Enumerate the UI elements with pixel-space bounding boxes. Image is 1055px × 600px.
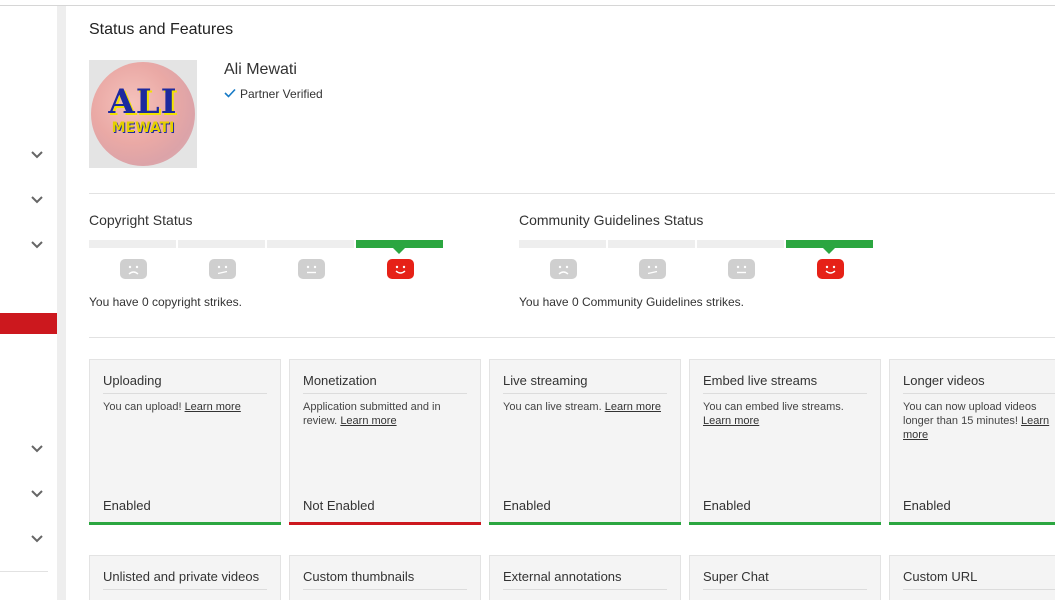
feature-description: You can upload! Learn more	[103, 400, 270, 414]
card-divider	[703, 393, 867, 394]
frown-face-icon	[550, 259, 577, 279]
avatar: ALI MEWATI	[89, 60, 197, 168]
feature-title: Live streaming	[503, 373, 588, 388]
card-divider	[903, 393, 1055, 394]
avatar-image: ALI MEWATI	[91, 62, 195, 166]
sidebar-bottom-divider	[0, 571, 48, 572]
feature-title: Custom thumbnails	[303, 569, 415, 584]
feature-description-text: You can live stream.	[503, 401, 602, 413]
feature-title: External annotations	[503, 569, 622, 584]
feature-card-monetization: Monetization Application submitted and i…	[289, 359, 481, 525]
unsure-face-icon	[639, 259, 666, 279]
chevron-down-icon[interactable]	[31, 194, 43, 206]
chevron-down-icon[interactable]	[31, 443, 43, 455]
neutral-face-icon	[298, 259, 325, 279]
status-indicator-bar	[689, 522, 881, 525]
card-divider	[103, 589, 267, 590]
feature-description: You can live stream. Learn more	[503, 400, 670, 414]
feature-status: Enabled	[703, 498, 751, 513]
channel-name: Ali Mewati	[224, 61, 297, 78]
feature-card-uploading: Uploading You can upload! Learn more Ena…	[89, 359, 281, 525]
smile-face-icon	[387, 259, 414, 279]
community-status-title: Community Guidelines Status	[519, 212, 704, 228]
sidebar	[0, 6, 57, 600]
feature-title: Unlisted and private videos	[103, 569, 260, 584]
strike-segment	[178, 240, 265, 248]
status-indicator-bar	[89, 522, 281, 525]
feature-card-unlisted-private: Unlisted and private videos	[89, 555, 281, 600]
section-divider	[89, 337, 1055, 338]
neutral-face-icon	[728, 259, 755, 279]
learn-more-link[interactable]: Learn more	[703, 415, 759, 427]
card-divider	[303, 393, 467, 394]
feature-card-super-chat: Super Chat	[689, 555, 881, 600]
status-indicator-bar	[489, 522, 681, 525]
copyright-status-title: Copyright Status	[89, 212, 193, 228]
feature-card-external-annotations: External annotations	[489, 555, 681, 600]
feature-title: Custom URL	[903, 569, 978, 584]
feature-status: Not Enabled	[303, 498, 375, 513]
feature-card-live-streaming: Live streaming You can live stream. Lear…	[489, 359, 681, 525]
avatar-text-line1: ALI	[108, 82, 178, 122]
chevron-down-icon[interactable]	[31, 149, 43, 161]
feature-description-text: You can upload!	[103, 401, 182, 413]
feature-card-longer-videos: Longer videos You can now upload videos …	[889, 359, 1055, 525]
copyright-strike-bar	[89, 240, 445, 254]
card-divider	[303, 589, 467, 590]
feature-description: You can embed live streams. Learn more	[703, 400, 870, 428]
community-strike-bar	[519, 240, 875, 254]
copyright-strike-faces	[89, 259, 445, 279]
feature-description-text: You can embed live streams.	[703, 401, 844, 413]
feature-title: Super Chat	[703, 569, 769, 584]
card-divider	[503, 393, 667, 394]
card-divider	[703, 589, 867, 590]
strike-segment-current	[356, 240, 443, 254]
verified-status: Partner Verified	[224, 87, 323, 101]
feature-description: You can now upload videos longer than 15…	[903, 400, 1055, 442]
community-strike-faces	[519, 259, 875, 279]
frown-face-icon	[120, 259, 147, 279]
strike-segment	[519, 240, 606, 248]
feature-title: Uploading	[103, 373, 162, 388]
status-indicator-bar	[889, 522, 1055, 525]
feature-card-custom-thumbnails: Custom thumbnails	[289, 555, 481, 600]
card-divider	[503, 589, 667, 590]
section-divider	[89, 193, 1055, 194]
strike-segment	[267, 240, 354, 248]
feature-status: Enabled	[103, 498, 151, 513]
learn-more-link[interactable]: Learn more	[605, 401, 661, 413]
strike-segment	[608, 240, 695, 248]
feature-card-embed-live-streams: Embed live streams You can embed live st…	[689, 359, 881, 525]
feature-title: Monetization	[303, 373, 377, 388]
sidebar-item-active[interactable]	[0, 313, 57, 334]
checkmark-icon	[224, 87, 236, 101]
status-indicator-bar	[289, 522, 481, 525]
learn-more-link[interactable]: Learn more	[340, 415, 396, 427]
strike-segment	[697, 240, 784, 248]
copyright-strikes-text: You have 0 copyright strikes.	[89, 295, 242, 309]
card-divider	[103, 393, 267, 394]
sidebar-divider	[57, 6, 66, 600]
avatar-text-line2: MEWATI	[111, 120, 175, 136]
chevron-down-icon[interactable]	[31, 533, 43, 545]
strike-segment	[89, 240, 176, 248]
feature-status: Enabled	[903, 498, 951, 513]
feature-description-text: You can now upload videos longer than 15…	[903, 401, 1037, 427]
learn-more-link[interactable]: Learn more	[185, 401, 241, 413]
feature-status: Enabled	[503, 498, 551, 513]
feature-title: Embed live streams	[703, 373, 818, 388]
community-strikes-text: You have 0 Community Guidelines strikes.	[519, 295, 744, 309]
feature-description: Application submitted and in review. Lea…	[303, 400, 470, 428]
card-divider	[903, 589, 1055, 590]
smile-face-icon	[817, 259, 844, 279]
unsure-face-icon	[209, 259, 236, 279]
top-divider	[0, 5, 1055, 6]
feature-card-custom-url: Custom URL	[889, 555, 1055, 600]
verified-label: Partner Verified	[240, 87, 323, 101]
strike-segment-current	[786, 240, 873, 254]
chevron-down-icon[interactable]	[31, 488, 43, 500]
feature-title: Longer videos	[903, 373, 985, 388]
page-title: Status and Features	[89, 21, 234, 38]
chevron-down-icon[interactable]	[31, 239, 43, 251]
